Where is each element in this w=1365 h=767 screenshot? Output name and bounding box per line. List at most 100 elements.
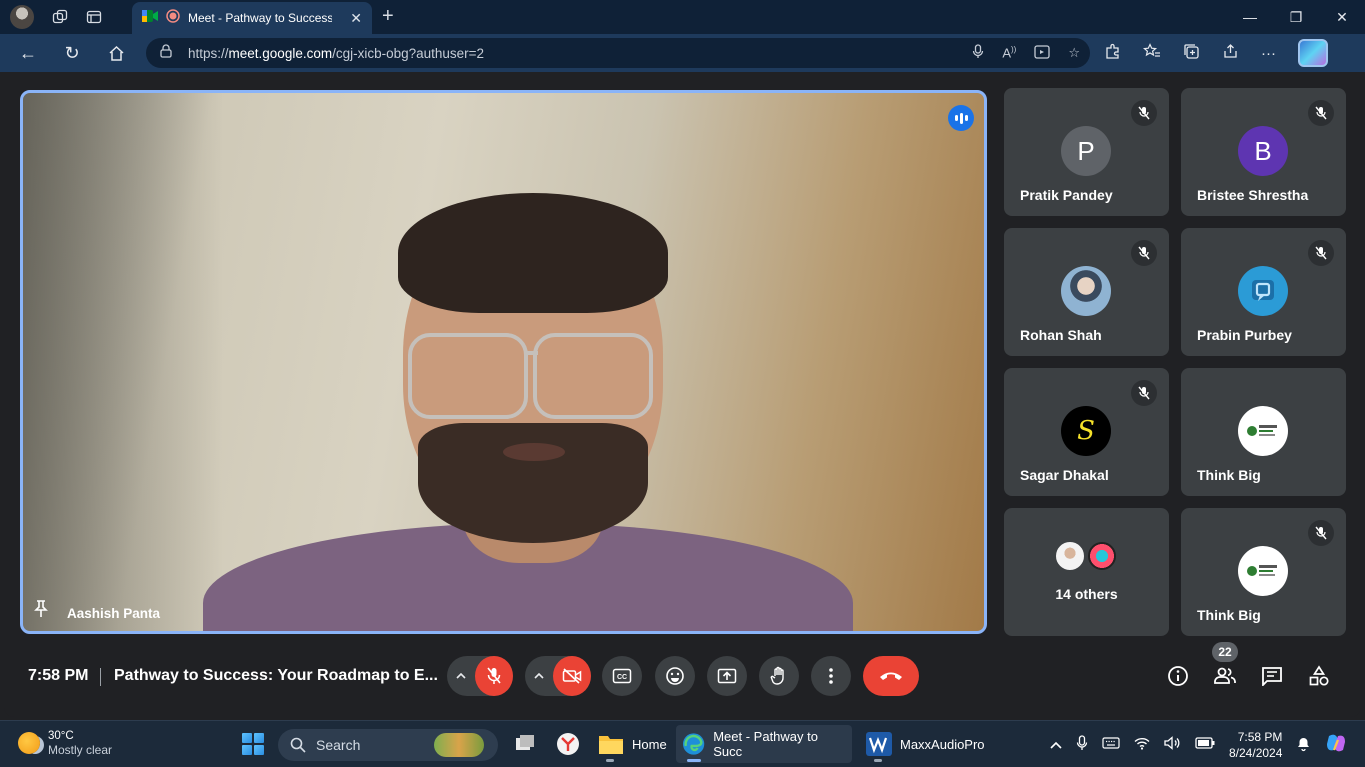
participant-tile[interactable]: P Pratik Pandey: [1004, 88, 1169, 216]
search-icon: [290, 737, 306, 753]
chat-button[interactable]: [1258, 656, 1286, 696]
new-tab-icon[interactable]: +: [382, 5, 394, 28]
participant-tile[interactable]: S Sagar Dhakal: [1004, 368, 1169, 496]
system-clock[interactable]: 7:58 PM 8/24/2024: [1229, 729, 1282, 761]
main-speaker-name: Aashish Panta: [67, 606, 161, 621]
emoji-reactions-button[interactable]: [655, 656, 695, 696]
restore-icon[interactable]: ❐: [1273, 0, 1319, 34]
others-tile[interactable]: 14 others: [1004, 508, 1169, 636]
participant-tile[interactable]: Think Big: [1181, 368, 1346, 496]
more-options-button[interactable]: [811, 656, 851, 696]
captions-button[interactable]: CC: [602, 656, 642, 696]
tab-meet[interactable]: Meet - Pathway to Success ✕: [132, 2, 372, 34]
leave-call-button[interactable]: [863, 656, 919, 696]
audio-control-group: [447, 656, 513, 696]
meeting-details-button[interactable]: [1164, 656, 1192, 696]
temperature: 30°C: [48, 730, 74, 742]
share-icon[interactable]: [1222, 43, 1239, 64]
collections-icon[interactable]: [1183, 43, 1200, 64]
speaking-indicator-icon: [948, 105, 974, 131]
mic-off-icon: [1131, 240, 1157, 266]
meeting-title[interactable]: Pathway to Success: Your Roadmap to E...: [114, 667, 438, 685]
taskbar-maxxaudio[interactable]: MaxxAudioPro: [860, 725, 991, 763]
video-control-group: [525, 656, 591, 696]
others-count: 14 others: [1055, 586, 1118, 602]
pin-icon[interactable]: [33, 600, 49, 623]
clock-time: 7:58 PM: [1237, 729, 1283, 744]
google-meet-icon: [142, 9, 158, 28]
copilot-taskbar-icon[interactable]: [1325, 732, 1347, 757]
participant-tile[interactable]: Prabin Purbey: [1181, 228, 1346, 356]
edge-icon: [682, 733, 705, 755]
system-tray: 7:58 PM 8/24/2024: [1050, 721, 1347, 767]
show-hidden-icons-chevron-icon[interactable]: [1050, 737, 1062, 752]
present-screen-button[interactable]: [707, 656, 747, 696]
microphone-tray-icon[interactable]: [1076, 735, 1088, 754]
refresh-icon[interactable]: ↻: [50, 34, 94, 72]
participant-name: Rohan Shah: [1020, 327, 1102, 343]
mic-off-button[interactable]: [475, 656, 513, 696]
speaker-video-beard: [418, 423, 648, 543]
task-view-icon[interactable]: [508, 725, 542, 763]
main-speaker-tile[interactable]: Aashish Panta: [20, 90, 987, 634]
notification-bell-icon[interactable]: [1296, 735, 1311, 755]
copilot-icon[interactable]: [1298, 39, 1328, 67]
raise-hand-button[interactable]: [759, 656, 799, 696]
microphone-icon[interactable]: [972, 44, 984, 62]
audio-options-chevron-icon[interactable]: [447, 656, 475, 696]
participant-name: Prabin Purbey: [1197, 327, 1292, 343]
app-icon[interactable]: [550, 725, 586, 763]
battery-charging-icon[interactable]: [1195, 737, 1215, 752]
address-bar[interactable]: https://meet.google.com/cgj-xicb-obg?aut…: [146, 38, 1090, 68]
taskbar-app-label: Meet - Pathway to Succ: [713, 729, 818, 759]
taskbar-search[interactable]: Search: [278, 729, 498, 761]
speaker-video-glasses-bridge: [526, 351, 538, 355]
weather-widget[interactable]: 30°C Mostly clear: [18, 729, 112, 757]
start-button-icon[interactable]: [242, 733, 264, 755]
app-available-icon[interactable]: [1034, 44, 1050, 62]
svg-text:CC: CC: [617, 674, 627, 681]
more-menu-icon[interactable]: ···: [1261, 45, 1276, 62]
camera-off-button[interactable]: [553, 656, 591, 696]
tab-title: Meet - Pathway to Success: [188, 11, 332, 25]
participant-avatar: B: [1238, 126, 1288, 176]
activities-button[interactable]: [1305, 656, 1333, 696]
favorites-icon[interactable]: [1142, 43, 1161, 63]
minimize-icon[interactable]: —: [1227, 0, 1273, 34]
speaker-video-mouth: [503, 443, 565, 461]
close-window-icon[interactable]: ✕: [1319, 0, 1365, 34]
mic-off-icon: [1131, 380, 1157, 406]
extensions-icon[interactable]: [1104, 43, 1121, 64]
search-placeholder: Search: [316, 737, 361, 753]
think-big-logo-icon: [1238, 546, 1288, 596]
favorite-star-icon[interactable]: ☆: [1068, 45, 1080, 61]
speaker-video-glasses-left: [408, 333, 528, 419]
volume-icon[interactable]: [1164, 736, 1181, 753]
people-count-badge: 22: [1212, 642, 1238, 662]
home-icon[interactable]: [94, 34, 138, 72]
lock-icon[interactable]: [160, 43, 172, 63]
url-path: /cgj-xicb-obg?authuser=2: [332, 45, 485, 61]
other-participant-avatar: [1054, 540, 1086, 572]
participant-avatar: S: [1061, 406, 1111, 456]
keyboard-icon[interactable]: [1102, 737, 1120, 752]
search-highlight-image: [434, 733, 484, 757]
participant-avatar-photo: [1061, 266, 1111, 316]
wifi-icon[interactable]: [1134, 737, 1150, 753]
workspaces-icon[interactable]: [52, 9, 68, 25]
taskbar-file-explorer[interactable]: Home: [592, 725, 673, 763]
tab-actions-icon[interactable]: [86, 9, 102, 25]
close-tab-icon[interactable]: ✕: [350, 10, 362, 27]
read-aloud-icon[interactable]: A)): [1002, 45, 1016, 60]
speaker-video-glasses-right: [533, 333, 653, 419]
back-icon[interactable]: ←: [6, 34, 50, 72]
recording-icon: [166, 8, 180, 28]
profile-avatar[interactable]: [10, 5, 34, 29]
participant-tile[interactable]: Think Big: [1181, 508, 1346, 636]
taskbar-edge-meet[interactable]: Meet - Pathway to Succ: [676, 725, 852, 763]
participant-tile[interactable]: B Bristee Shrestha: [1181, 88, 1346, 216]
people-button[interactable]: 22: [1211, 642, 1239, 696]
video-options-chevron-icon[interactable]: [525, 656, 553, 696]
participant-tile[interactable]: Rohan Shah: [1004, 228, 1169, 356]
meeting-time: 7:58 PM: [28, 667, 89, 684]
